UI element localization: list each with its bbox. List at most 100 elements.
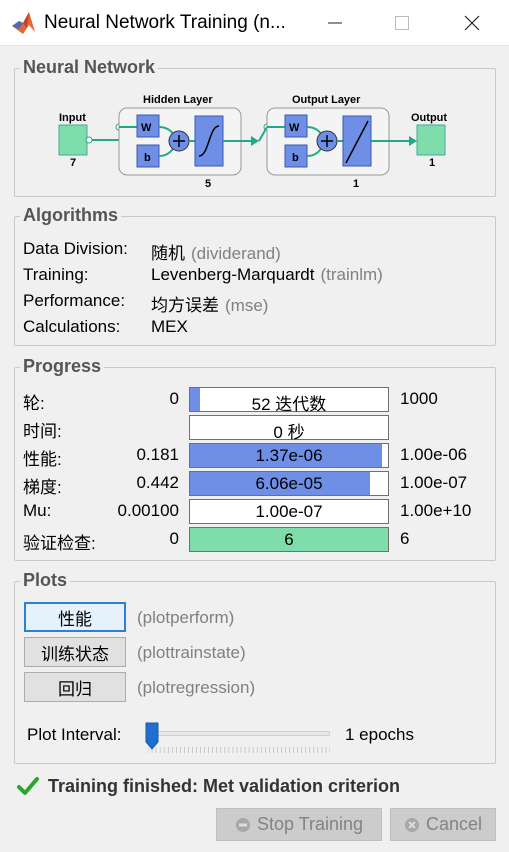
- progress-bar: 6.06e-05: [189, 471, 389, 496]
- matlab-logo-icon: [12, 12, 35, 34]
- maximize-icon: [395, 16, 409, 30]
- minimize-button[interactable]: [305, 0, 365, 46]
- output-arrow-icon: [409, 136, 417, 146]
- input-label: Input: [59, 112, 86, 124]
- progress-start: 0: [169, 389, 179, 408]
- progress-row-gradient: 梯度: 0.442 6.06e-05 1.00e-07: [15, 470, 495, 498]
- progress-start: 0.00100: [117, 501, 179, 520]
- algorithm-value: MEX: [151, 317, 188, 336]
- output-block: [416, 124, 446, 156]
- progress-label: 轮:: [23, 394, 45, 413]
- algorithm-value-wrap: 均方误差 (mse): [151, 291, 268, 316]
- progress-bar: 1.00e-07: [189, 499, 389, 524]
- progress-start: 0.442: [136, 473, 179, 492]
- close-button[interactable]: [442, 0, 502, 46]
- input-block: [58, 124, 88, 156]
- minimize-icon: [328, 22, 342, 24]
- progress-row-time: 时间: 0 秒: [15, 414, 495, 442]
- plot-trainstate-fn: (plottrainstate): [137, 643, 246, 662]
- algorithms-panel: Algorithms Data Division: 随机 (dividerand)…: [14, 205, 496, 346]
- progress-bar-text: 6: [284, 530, 294, 549]
- status-message: Training finished: Met validation criter…: [16, 774, 400, 798]
- network-diagram: Input 7 Hidden Layer W b 5 Output Layer …: [58, 94, 447, 190]
- output-size: 1: [429, 157, 435, 169]
- output-layer-size: 1: [353, 178, 359, 190]
- output-layer-label: Output Layer: [292, 94, 361, 106]
- progress-bar-text: 1.00e-07: [255, 502, 323, 521]
- stop-training-button[interactable]: Stop Training: [216, 808, 382, 841]
- algorithm-fn: (trainlm): [320, 265, 383, 284]
- hidden-bias-label: b: [144, 152, 151, 164]
- progress-bar-text: 6.06e-05: [255, 474, 323, 493]
- progress-start: 0: [169, 529, 179, 548]
- progress-section-title: Progress: [20, 356, 105, 377]
- progress-label: 时间:: [23, 422, 62, 441]
- hidden-layer-label: Hidden Layer: [143, 94, 213, 106]
- progress-panel: Progress 轮: 0 52 迭代数 1000 时间: 0 秒 性能: 0.…: [14, 356, 496, 561]
- progress-start: 0.181: [136, 445, 179, 464]
- algorithm-key: Performance:: [23, 291, 126, 310]
- check-icon: [17, 777, 39, 795]
- progress-bar-text: 1.37e-06: [255, 446, 323, 465]
- algorithm-key: Training:: [23, 265, 89, 284]
- network-panel: Neural Network Input 7 Hidden Layer W b …: [14, 57, 496, 197]
- progress-bar-text: 52 迭代数: [251, 395, 327, 414]
- algorithm-value-wrap: Levenberg-Marquardt (trainlm): [151, 265, 383, 285]
- algorithm-fn: (mse): [225, 296, 269, 315]
- plot-interval-slider[interactable]: [148, 731, 330, 736]
- progress-bar: 0 秒: [189, 415, 389, 442]
- algorithm-value: Levenberg-Marquardt: [151, 265, 315, 284]
- progress-end: 1.00e+10: [400, 501, 472, 520]
- plots-panel: Plots 性能 (plotperform) 训练状态 (plottrainst…: [14, 570, 496, 764]
- output-label: Output: [411, 112, 447, 124]
- algorithm-value-wrap: 随机 (dividerand): [151, 239, 281, 264]
- hidden-layer-size: 5: [205, 178, 211, 190]
- plot-trainstate-button[interactable]: 训练状态: [24, 637, 126, 667]
- hidden-arrow-icon: [251, 136, 259, 146]
- progress-row-validation: 验证检查: 0 6 6: [15, 526, 495, 554]
- maximize-button[interactable]: [372, 0, 432, 46]
- progress-row-epoch: 轮: 0 52 迭代数 1000: [15, 386, 495, 414]
- progress-end: 1.00e-06: [400, 445, 468, 464]
- slider-thumb-icon[interactable]: [145, 722, 159, 750]
- plot-perform-fn: (plotperform): [137, 608, 235, 627]
- title-bar: Neural Network Training (n...: [0, 0, 509, 46]
- progress-bar: 52 迭代数: [189, 387, 389, 414]
- output-weight-label: W: [289, 122, 300, 134]
- progress-row-mu: Mu: 0.00100 1.00e-07 1.00e+10: [15, 498, 495, 526]
- progress-bar: 1.37e-06: [189, 443, 389, 468]
- algorithm-fn: (dividerand): [191, 244, 281, 263]
- stop-icon: [235, 817, 250, 832]
- progress-label: 验证检查:: [23, 534, 96, 553]
- input-size: 7: [70, 157, 76, 169]
- progress-end: 1.00e-07: [400, 473, 468, 492]
- slider-ticks: [148, 747, 330, 753]
- cancel-button[interactable]: Cancel: [390, 808, 496, 841]
- plot-regression-fn: (plotregression): [137, 678, 256, 697]
- plots-section-title: Plots: [20, 570, 71, 591]
- hidden-weight-label: W: [141, 122, 152, 134]
- cancel-icon: [404, 817, 419, 832]
- progress-bar: 6: [189, 527, 389, 552]
- progress-label: Mu:: [23, 501, 52, 520]
- stop-training-label: Stop Training: [256, 814, 364, 834]
- progress-label: 性能:: [23, 450, 62, 469]
- algorithm-value: 均方误差: [151, 296, 219, 315]
- algorithm-key: Data Division:: [23, 239, 128, 258]
- progress-row-performance: 性能: 0.181 1.37e-06 1.00e-06: [15, 442, 495, 470]
- algorithm-value-wrap: MEX: [151, 317, 194, 337]
- plot-perform-button[interactable]: 性能: [24, 602, 126, 632]
- window-title: Neural Network Training (n...: [44, 12, 286, 33]
- status-text: Training finished: Met validation criter…: [48, 775, 401, 796]
- algorithm-value: 随机: [151, 244, 185, 263]
- plot-regression-button[interactable]: 回归: [24, 672, 126, 702]
- plot-interval-value: 1 epochs: [345, 725, 414, 744]
- algorithms-section-title: Algorithms: [20, 205, 122, 226]
- plot-interval-label: Plot Interval:: [27, 725, 122, 744]
- progress-label: 梯度:: [23, 478, 62, 497]
- progress-end: 1000: [400, 389, 438, 408]
- progress-end: 6: [400, 529, 410, 548]
- cancel-label: Cancel: [425, 814, 483, 834]
- input-node-icon: [85, 136, 93, 144]
- close-icon: [464, 15, 480, 31]
